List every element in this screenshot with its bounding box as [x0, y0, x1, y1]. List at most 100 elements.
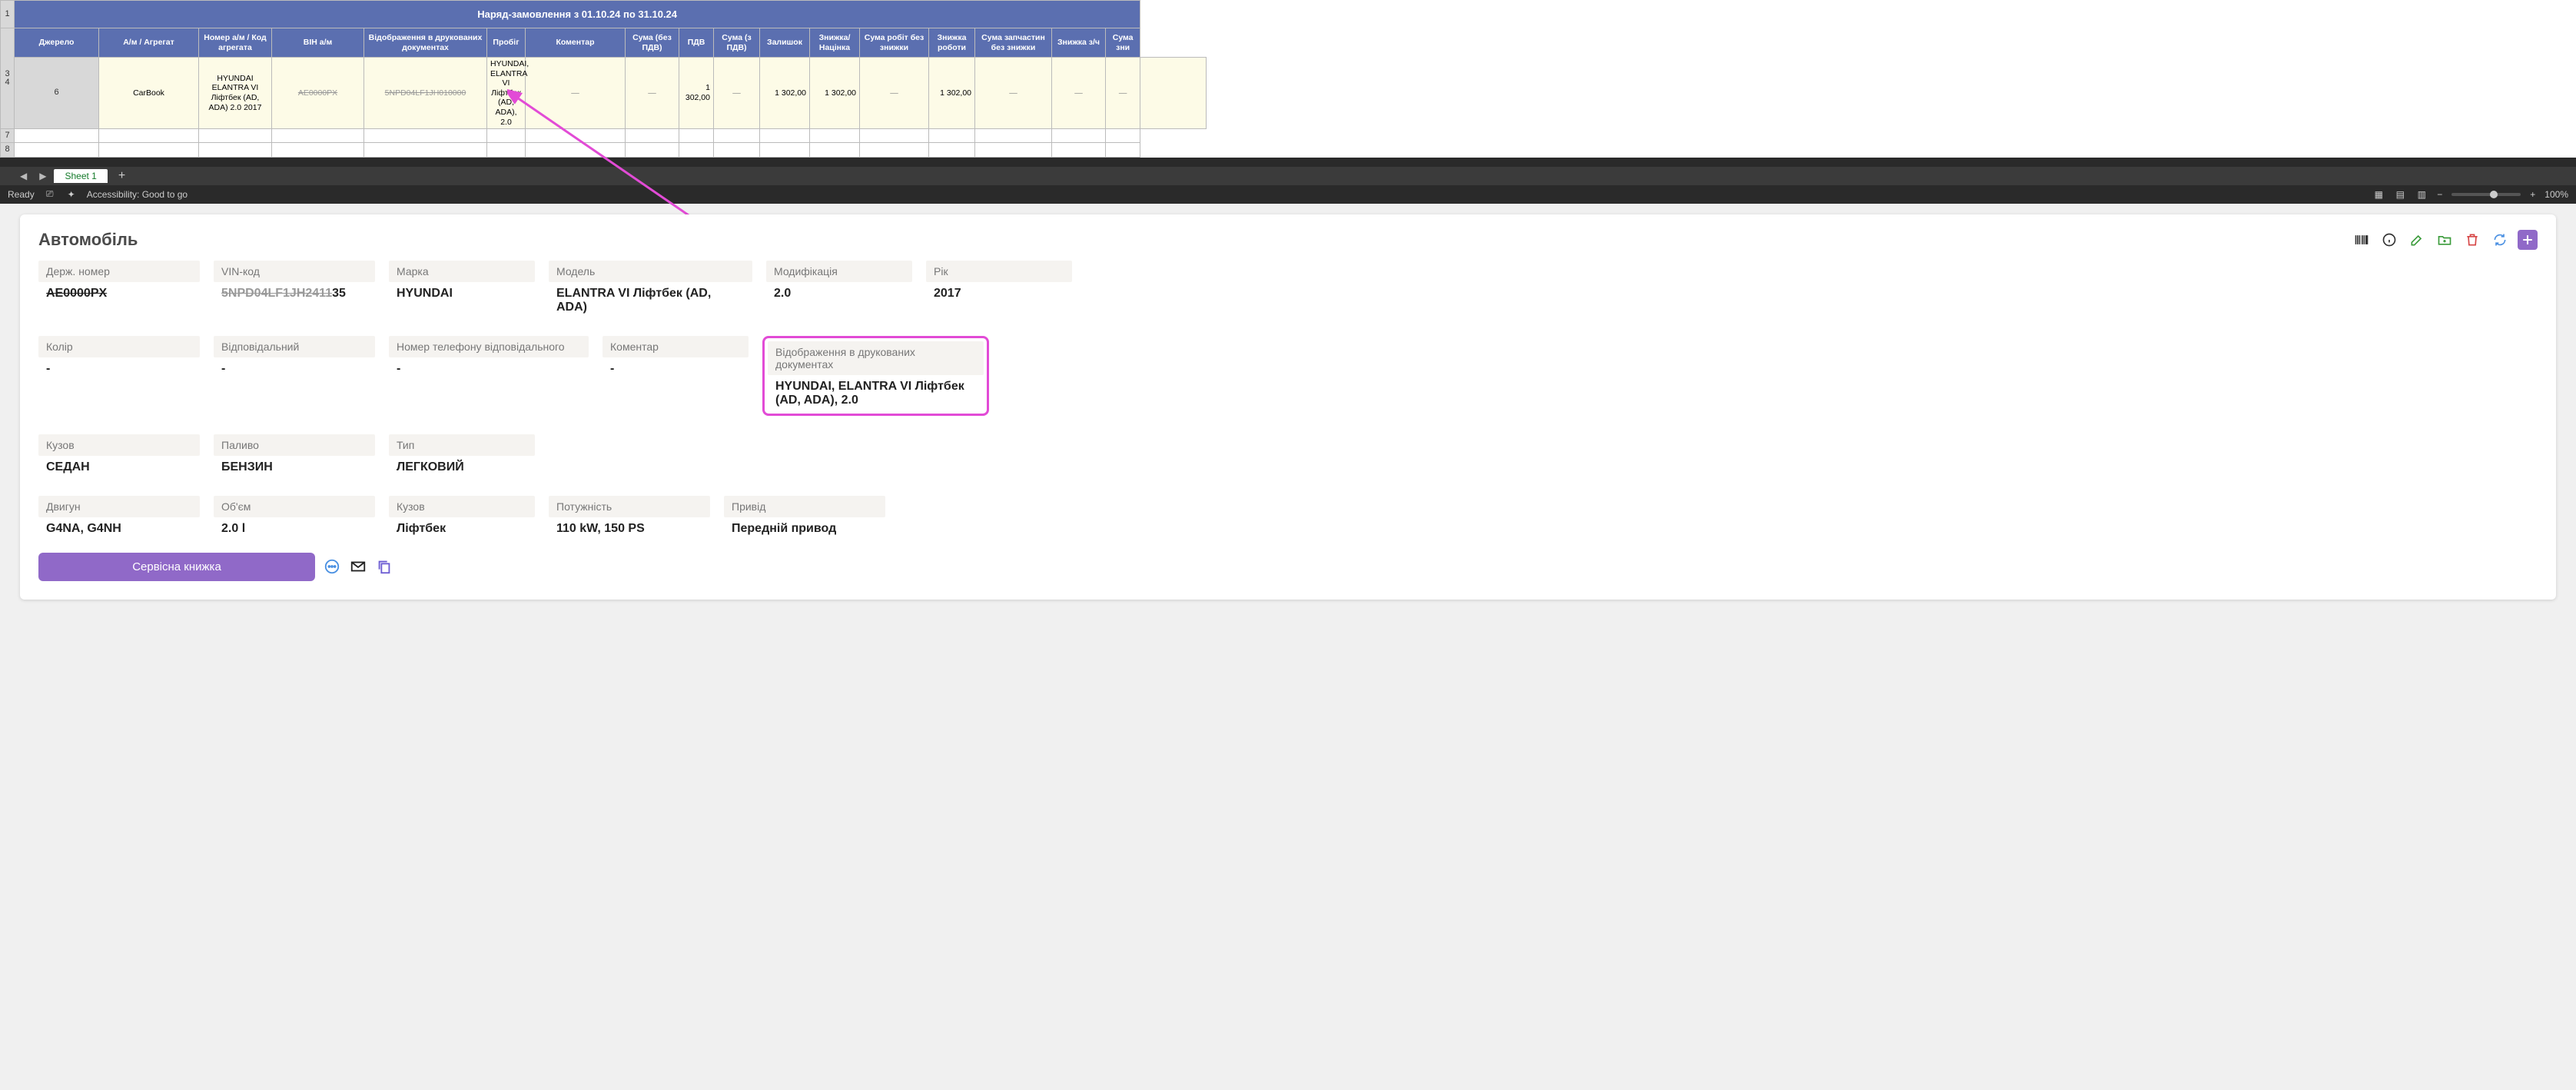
- field-plate: Держ. номер AE0000PX: [38, 261, 200, 317]
- blank-row: 7: [1, 129, 1207, 143]
- row-header[interactable]: 1: [1, 1, 15, 28]
- col-parts-sum[interactable]: Сума запчастин без знижки: [975, 28, 1052, 58]
- value-mod: 2.0: [766, 284, 912, 304]
- sheet-scroll[interactable]: 1 Наряд-замовлення з 01.10.24 по 31.10.2…: [0, 0, 2576, 158]
- label-display: Відображення в друкованих документах: [768, 341, 984, 375]
- field-phone: Номер телефону відповідального -: [389, 336, 589, 416]
- vehicle-card: Автомобіль Держ. номер AE0000PX VIN-код …: [20, 214, 2556, 600]
- card-footer: Сервісна книжка: [38, 553, 2538, 581]
- barcode-icon[interactable]: [2352, 230, 2372, 250]
- label-body: Кузов: [38, 434, 200, 456]
- add-sheet-button[interactable]: +: [111, 169, 133, 183]
- card-toolbar: [2352, 230, 2538, 250]
- field-power: Потужність 110 kW, 150 PS: [549, 496, 710, 539]
- field-brand: Марка HYUNDAI: [389, 261, 535, 317]
- label-plate: Держ. номер: [38, 261, 200, 282]
- chat-icon[interactable]: [323, 557, 341, 576]
- label-engine: Двигун: [38, 496, 200, 517]
- col-work-sum[interactable]: Сума робіт без знижки: [860, 28, 929, 58]
- cell-parts-disc[interactable]: —: [1106, 58, 1140, 129]
- label-model: Модель: [549, 261, 752, 282]
- header-row: 34 Джерело А/м / Агрегат Номер а/м / Код…: [1, 28, 1207, 58]
- field-comment: Коментар -: [603, 336, 749, 416]
- cell-plate[interactable]: AE0000PX: [272, 58, 364, 129]
- edit-icon[interactable]: [2407, 230, 2427, 250]
- tab-next-button[interactable]: ▶: [35, 171, 51, 181]
- row-header[interactable]: 6: [15, 58, 99, 129]
- cell-vehicle[interactable]: HYUNDAI ELANTRA VI Ліфтбек (AD, ADA) 2.0…: [199, 58, 272, 129]
- label-type: Тип: [389, 434, 535, 456]
- cell-vat[interactable]: —: [714, 58, 760, 129]
- value-color: -: [38, 359, 200, 379]
- col-sum-novat[interactable]: Сума (без ПДВ): [626, 28, 679, 58]
- col-vat[interactable]: ПДВ: [679, 28, 714, 58]
- cell-sum-novat[interactable]: 1 302,00: [679, 58, 714, 129]
- row-header[interactable]: 7: [1, 129, 15, 143]
- cell-balance[interactable]: 1 302,00: [810, 58, 860, 129]
- accessibility-icon[interactable]: ✦: [65, 189, 78, 200]
- mail-icon[interactable]: [349, 557, 367, 576]
- service-book-button[interactable]: Сервісна книжка: [38, 553, 315, 581]
- cell-work-disc[interactable]: —: [975, 58, 1052, 129]
- label-color: Колір: [38, 336, 200, 357]
- col-sum-vat[interactable]: Сума (з ПДВ): [714, 28, 760, 58]
- sheet-title[interactable]: Наряд-замовлення з 01.10.24 по 31.10.24: [15, 1, 1140, 28]
- zoom-in-button[interactable]: +: [2530, 189, 2535, 200]
- zoom-slider[interactable]: [2452, 193, 2521, 196]
- spreadsheet-container: 1 Наряд-замовлення з 01.10.24 по 31.10.2…: [0, 0, 2576, 204]
- tab-prev-button[interactable]: ◀: [15, 171, 32, 181]
- add-button[interactable]: [2518, 230, 2538, 250]
- value-engine: G4NA, G4NH: [38, 519, 200, 539]
- cell-discount[interactable]: —: [860, 58, 929, 129]
- cell-parts-sum[interactable]: —: [1052, 58, 1106, 129]
- field-volume: Об'єм 2.0 l: [214, 496, 375, 539]
- value-fuel: БЕНЗИН: [214, 457, 375, 477]
- label-body2: Кузов: [389, 496, 535, 517]
- value-body: СЕДАН: [38, 457, 200, 477]
- macro-icon[interactable]: ⎚: [44, 188, 56, 200]
- view-normal-icon[interactable]: ▦: [2372, 189, 2385, 200]
- info-icon[interactable]: [2379, 230, 2399, 250]
- label-volume: Об'єм: [214, 496, 375, 517]
- col-mileage[interactable]: Пробіг: [487, 28, 526, 58]
- col-plate[interactable]: Номер а/м / Код агрегата: [199, 28, 272, 58]
- col-balance[interactable]: Залишок: [760, 28, 810, 58]
- title-row: 1 Наряд-замовлення з 01.10.24 по 31.10.2…: [1, 1, 1207, 28]
- cell-sum-disc[interactable]: [1140, 58, 1207, 129]
- view-page-icon[interactable]: ▤: [2394, 189, 2406, 200]
- cell-work-sum[interactable]: 1 302,00: [929, 58, 975, 129]
- label-year: Рік: [926, 261, 1072, 282]
- value-drive: Передній привод: [724, 519, 885, 539]
- field-drive: Привід Передній привод: [724, 496, 885, 539]
- cell-vin[interactable]: 5NPD04LF1JH010000: [364, 58, 487, 129]
- col-display[interactable]: Відображення в друкованих документах: [364, 28, 487, 58]
- sheet-tab[interactable]: Sheet 1: [54, 169, 107, 183]
- label-power: Потужність: [549, 496, 710, 517]
- col-vehicle[interactable]: А/м / Агрегат: [99, 28, 199, 58]
- col-parts-disc[interactable]: Знижка з/ч: [1052, 28, 1106, 58]
- zoom-level[interactable]: 100%: [2544, 189, 2568, 200]
- view-break-icon[interactable]: ▥: [2415, 189, 2428, 200]
- delete-icon[interactable]: [2462, 230, 2482, 250]
- row-header[interactable]: 34: [1, 28, 15, 129]
- row-header[interactable]: 8: [1, 143, 15, 157]
- cell-comment[interactable]: —: [626, 58, 679, 129]
- card-title: Автомобіль: [38, 230, 138, 250]
- col-discount[interactable]: Знижка/ Націнка: [810, 28, 860, 58]
- col-comment[interactable]: Коментар: [526, 28, 626, 58]
- folder-add-icon[interactable]: [2435, 230, 2455, 250]
- label-fuel: Паливо: [214, 434, 375, 456]
- col-source[interactable]: Джерело: [15, 28, 99, 58]
- cell-sum-vat[interactable]: 1 302,00: [760, 58, 810, 129]
- label-brand: Марка: [389, 261, 535, 282]
- field-model: Модель ELANTRA VI Ліфтбек (AD, ADA): [549, 261, 752, 317]
- refresh-icon[interactable]: [2490, 230, 2510, 250]
- zoom-out-button[interactable]: −: [2437, 189, 2442, 200]
- cell-display[interactable]: HYUNDAI, ELANTRA VI Ліфтбек (AD, ADA), 2…: [487, 58, 526, 129]
- copy-icon[interactable]: [375, 557, 393, 576]
- cell-source[interactable]: CarBook: [99, 58, 199, 129]
- col-sum-disc[interactable]: Сума зни: [1106, 28, 1140, 58]
- col-work-disc[interactable]: Знижка роботи: [929, 28, 975, 58]
- col-vin[interactable]: ВІН а/м: [272, 28, 364, 58]
- cell-mileage[interactable]: —: [526, 58, 626, 129]
